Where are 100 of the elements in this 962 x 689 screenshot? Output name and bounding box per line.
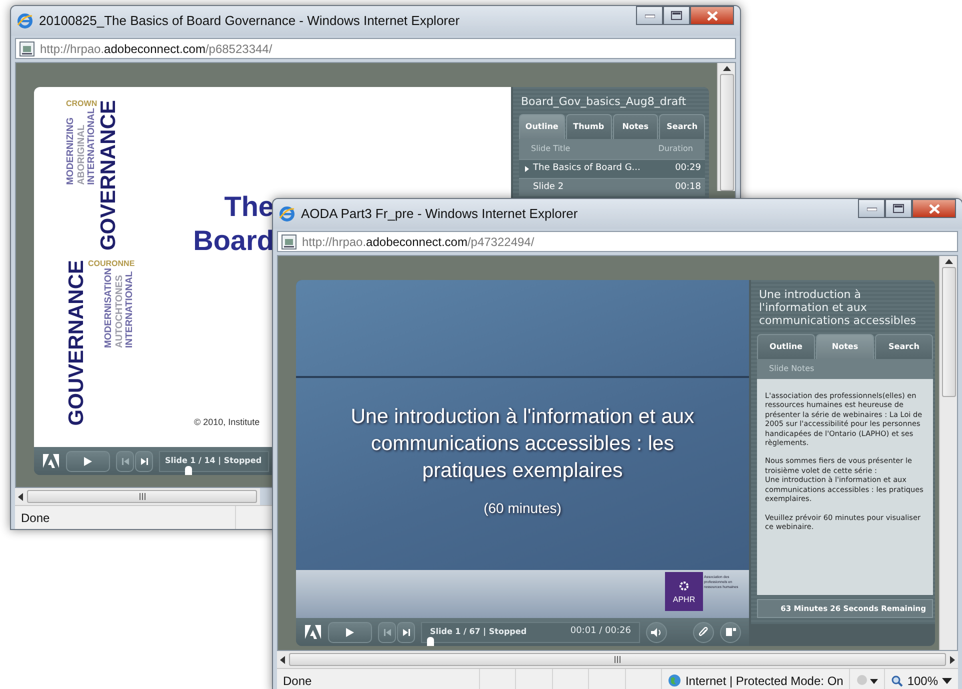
close-icon — [706, 10, 718, 20]
word-cloud-word: INTERNATIONAL — [87, 108, 96, 185]
scroll-thumb[interactable] — [942, 267, 956, 397]
presentation-title: Une introduction à l'information et aux communications accessibles — [759, 288, 917, 328]
security-zone-text: Internet | Protected Mode: On — [685, 672, 844, 689]
scroll-thumb[interactable] — [720, 74, 734, 191]
next-icon — [140, 458, 148, 464]
word-cloud-word: MODERNIZING — [66, 116, 76, 185]
layout-icon — [726, 628, 736, 636]
protection-dropdown-icon[interactable] — [856, 674, 878, 688]
status-text: Done — [282, 672, 313, 689]
panel-tab[interactable]: Outline — [519, 114, 565, 140]
browser-logo-icon — [279, 206, 295, 222]
next-slide-button[interactable] — [135, 450, 153, 472]
slide-title: Board — [192, 224, 274, 258]
maximize-icon — [893, 204, 904, 213]
zoom-level-text[interactable]: 100% — [907, 672, 938, 689]
vertical-scrollbar[interactable] — [717, 63, 735, 191]
scroll-thumb[interactable] — [289, 653, 946, 666]
minimize-button[interactable] — [636, 6, 663, 25]
panel-tab[interactable]: Thumb — [566, 114, 612, 140]
word-cloud-word: ABORIGINAL — [76, 124, 86, 185]
slide-status-text: Slide 1 / 14 | Stopped — [165, 455, 262, 467]
address-bar[interactable]: http://hrpao.adobeconnect.com/p47322494/ — [277, 231, 958, 252]
play-button[interactable] — [328, 622, 372, 642]
url-text: http://hrpao.adobeconnect.com/p47322494/ — [302, 234, 534, 250]
word-cloud-word: INTERNATIONAL — [125, 270, 135, 348]
progress-handle[interactable] — [427, 636, 434, 646]
zoom-icon — [891, 674, 904, 686]
flower-icon — [679, 581, 689, 591]
current-slide-arrow-icon — [525, 166, 529, 172]
play-icon — [84, 456, 92, 466]
presentation-title: Board_Gov_basics_Aug8_draft — [521, 95, 688, 108]
scroll-up-arrow-icon[interactable] — [944, 259, 952, 264]
logo-text: APHR — [672, 594, 696, 606]
vertical-scrollbar[interactable] — [939, 256, 957, 650]
scroll-right-arrow-icon[interactable] — [950, 656, 955, 664]
previous-slide-button[interactable] — [378, 622, 396, 642]
word-cloud-word: MODERNISATION — [104, 268, 114, 348]
attachment-button[interactable] — [693, 622, 714, 642]
next-slide-button[interactable] — [397, 622, 415, 642]
close-button[interactable] — [912, 199, 956, 218]
scroll-thumb[interactable] — [27, 490, 257, 503]
duration-text: 00:29 — [675, 162, 701, 176]
slide-title-text: The Basics of Board G... — [533, 162, 640, 176]
maximize-button[interactable] — [885, 199, 912, 218]
panel-tab[interactable]: Notes — [612, 114, 658, 140]
minimize-icon — [644, 14, 654, 18]
browser-logo-icon — [17, 13, 33, 29]
minimize-icon — [866, 206, 876, 210]
layout-button[interactable] — [720, 622, 741, 642]
dropdown-caret-icon[interactable] — [942, 678, 952, 684]
play-icon — [346, 628, 354, 636]
panel-tab[interactable]: Outline — [757, 334, 815, 359]
slide-status-text: Slide 1 / 67 | Stopped — [430, 626, 527, 638]
progress-handle[interactable] — [184, 466, 192, 474]
page-icon — [281, 234, 297, 250]
notes-header: Slide Notes — [769, 362, 814, 375]
slide-title-text: Slide 2 — [533, 180, 564, 194]
outline-row[interactable]: Slide 2 00:18 — [519, 178, 705, 196]
panel-tab[interactable]: Search — [659, 114, 705, 140]
globe-icon — [668, 674, 682, 687]
word-cloud-word: CROWN — [66, 100, 98, 108]
word-cloud-word: AUTOCHTONES — [114, 274, 124, 348]
window-title: 20100825_The Basics of Board Governance - Windows Internet Explorer — [39, 12, 460, 30]
slide-subtitle: (60 minutes) — [484, 499, 562, 518]
paperclip-icon — [699, 627, 708, 637]
previous-slide-button[interactable] — [116, 450, 134, 472]
outline-row[interactable]: The Basics of Board G... 00:29 — [519, 159, 705, 178]
maximize-button[interactable] — [663, 6, 690, 25]
window-title: AODA Part3 Fr_pre - Windows Internet Explorer — [301, 205, 578, 224]
logo-icon — [42, 453, 60, 469]
duration-text: 00:18 — [675, 180, 701, 194]
scroll-left-arrow-icon[interactable] — [18, 492, 23, 500]
panel-tab[interactable]: Notes — [816, 334, 874, 359]
previous-icon — [122, 458, 128, 464]
status-text: Done — [20, 510, 51, 526]
word-cloud-word: GOUVERNANCE — [66, 260, 87, 426]
column-header: Duration — [658, 143, 693, 156]
address-bar[interactable]: http://hrpao.adobeconnect.com/p68523344/ — [15, 38, 736, 59]
slide-title: The — [223, 190, 274, 224]
page-icon — [19, 40, 35, 56]
play-button[interactable] — [66, 450, 110, 472]
maximize-icon — [671, 11, 682, 20]
logo-icon — [304, 624, 322, 640]
close-button[interactable] — [690, 6, 734, 25]
volume-button[interactable] — [646, 622, 667, 642]
speaker-icon — [651, 628, 662, 636]
next-icon — [402, 628, 410, 636]
url-text: http://hrpao.adobeconnect.com/p68523344/ — [40, 40, 272, 58]
close-icon — [928, 204, 940, 214]
copyright-text: © 2010, Institute — [194, 416, 260, 429]
panel-tab[interactable]: Search — [875, 334, 933, 359]
horizontal-scrollbar[interactable] — [15, 488, 260, 505]
previous-icon — [384, 628, 390, 636]
minimize-button[interactable] — [858, 199, 885, 218]
scroll-left-arrow-icon[interactable] — [280, 656, 285, 664]
scroll-up-arrow-icon[interactable] — [722, 66, 730, 71]
playback-time-text: 00:01 / 00:26 — [570, 625, 631, 638]
horizontal-scrollbar[interactable] — [277, 651, 958, 668]
